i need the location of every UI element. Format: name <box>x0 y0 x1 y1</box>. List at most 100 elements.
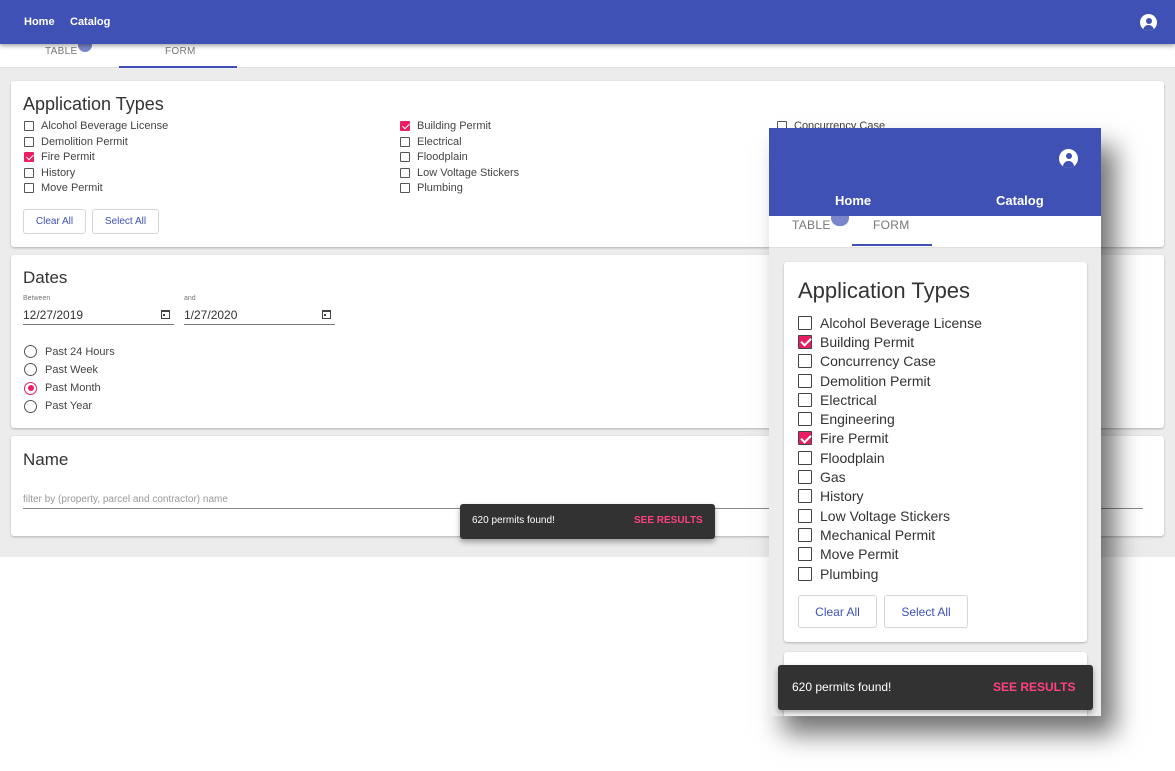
checkbox-item[interactable]: History <box>798 487 982 506</box>
checkbox[interactable] <box>24 183 34 193</box>
checkbox-label: Floodplain <box>417 151 468 163</box>
select-all-button[interactable]: Select All <box>884 595 968 628</box>
checkbox[interactable] <box>24 167 34 178</box>
checkbox-label: Mechanical Permit <box>820 526 936 543</box>
checkbox[interactable] <box>798 392 812 407</box>
calendar-icon[interactable] <box>322 310 331 319</box>
mobile-application-types-card: Application Types Alcohol Beverage Licen… <box>784 262 1087 642</box>
checkbox-label: Gas <box>820 469 846 486</box>
checkbox[interactable] <box>400 152 410 162</box>
application-types-title: Application Types <box>23 94 164 114</box>
checkbox[interactable] <box>798 412 812 427</box>
checkbox-item[interactable]: Low Voltage Stickers <box>400 167 519 179</box>
checkbox-item[interactable]: Floodplain <box>400 151 468 163</box>
mobile-app-bar: Home Catalog <box>769 128 1101 216</box>
date-range-option[interactable]: Past Month <box>24 381 101 395</box>
checkbox[interactable] <box>24 136 34 147</box>
checkbox-item[interactable]: Move Permit <box>798 545 982 564</box>
checkbox-label: Alcohol Beverage License <box>41 120 169 132</box>
checkbox[interactable] <box>798 315 812 330</box>
checkbox[interactable] <box>798 450 812 465</box>
checkbox-label: Move Permit <box>41 182 103 194</box>
select-all-button[interactable]: Select All <box>92 209 159 234</box>
checkbox[interactable] <box>798 489 812 504</box>
checkbox[interactable] <box>798 470 812 485</box>
checkbox-label: Demolition Permit <box>41 135 128 148</box>
checkbox[interactable] <box>400 183 410 193</box>
checkbox-label: Building Permit <box>820 333 915 350</box>
checkbox-item[interactable]: Demolition Permit <box>798 371 982 390</box>
tab-form[interactable]: FORM <box>165 46 196 57</box>
tab-form[interactable]: FORM <box>873 218 910 232</box>
checkbox-item[interactable]: Alcohol Beverage License <box>798 313 982 332</box>
checkbox-item[interactable]: Floodplain <box>798 448 982 467</box>
and-label: and <box>184 295 196 302</box>
checkbox[interactable] <box>798 334 812 349</box>
end-date-field[interactable]: 1/27/2020 <box>184 307 335 325</box>
radio-button[interactable] <box>24 345 37 358</box>
clear-all-button[interactable]: Clear All <box>798 595 877 628</box>
nav-home-link[interactable]: Home <box>835 193 871 208</box>
checkbox-item[interactable]: History <box>24 167 75 179</box>
checkbox[interactable] <box>24 152 34 162</box>
checkbox-item[interactable]: Gas <box>798 467 982 486</box>
checkbox[interactable] <box>798 354 812 369</box>
checkbox-item[interactable]: Engineering <box>798 409 982 428</box>
checkbox[interactable] <box>798 547 812 562</box>
checkbox[interactable] <box>798 527 812 542</box>
date-range-option[interactable]: Past Week <box>24 363 98 377</box>
checkbox[interactable] <box>798 373 812 388</box>
see-results-button[interactable]: SEE RESULTS <box>993 680 1075 694</box>
calendar-icon[interactable] <box>161 310 170 319</box>
radio-button[interactable] <box>24 363 37 377</box>
checkbox-item[interactable]: Plumbing <box>798 564 982 583</box>
nav-catalog-link[interactable]: Catalog <box>70 16 110 28</box>
radio-button[interactable] <box>24 399 37 413</box>
results-snackbar: 620 permits found! SEE RESULTS <box>778 665 1093 710</box>
nav-catalog-link[interactable]: Catalog <box>996 193 1044 208</box>
checkbox-label: Plumbing <box>820 565 879 582</box>
checkbox[interactable] <box>798 431 812 446</box>
checkbox-label: Low Voltage Stickers <box>417 166 520 179</box>
checkbox[interactable] <box>798 566 812 581</box>
date-range-option[interactable]: Past 24 Hours <box>24 345 115 358</box>
checkbox-item[interactable]: Move Permit <box>24 182 103 194</box>
checkbox-item[interactable]: Mechanical Permit <box>798 525 982 544</box>
account-circle-icon[interactable] <box>1059 149 1078 168</box>
checkbox[interactable] <box>400 167 410 178</box>
checkbox-item[interactable]: Electrical <box>400 136 462 148</box>
checkbox-item[interactable]: Building Permit <box>798 332 982 351</box>
checkbox-item[interactable]: Fire Permit <box>798 429 982 448</box>
checkbox-item[interactable]: Low Voltage Stickers <box>798 506 982 525</box>
checkbox-item[interactable]: Building Permit <box>400 120 491 132</box>
checkbox-item[interactable]: Concurrency Case <box>798 352 982 371</box>
checkbox-item[interactable]: Alcohol Beverage License <box>24 120 168 132</box>
date-range-option[interactable]: Past Year <box>24 399 92 413</box>
mobile-view: Home Catalog TABLE FORM Application Type… <box>769 128 1101 716</box>
checkbox-item[interactable]: Electrical <box>798 390 982 409</box>
checkbox[interactable] <box>400 121 410 131</box>
checkbox-item[interactable]: Plumbing <box>400 182 463 194</box>
mobile-tab-bar: TABLE FORM <box>769 216 1101 248</box>
account-circle-icon[interactable] <box>1140 14 1157 31</box>
checkbox-item[interactable]: Demolition Permit <box>24 136 128 148</box>
start-date-field[interactable]: 12/27/2019 <box>23 307 174 325</box>
radio-button[interactable] <box>24 381 37 395</box>
checkbox-label: Engineering <box>820 411 895 428</box>
see-results-button[interactable]: SEE RESULTS <box>634 515 703 526</box>
clear-all-button[interactable]: Clear All <box>23 209 86 234</box>
nav-home-link[interactable]: Home <box>24 16 55 28</box>
tab-table[interactable]: TABLE <box>45 46 77 57</box>
checkbox[interactable] <box>24 121 34 131</box>
radio-label: Past Week <box>45 363 98 376</box>
tab-bar: TABLE FORM <box>0 44 1175 68</box>
checkbox-label: Building Permit <box>417 120 491 132</box>
checkbox-item[interactable]: Fire Permit <box>24 151 95 163</box>
tab-table[interactable]: TABLE <box>792 218 831 232</box>
checkbox-label: Low Voltage Stickers <box>820 507 950 524</box>
checkbox-label: Demolition Permit <box>820 372 931 389</box>
checkbox[interactable] <box>798 508 812 523</box>
checkbox-label: History <box>820 488 864 505</box>
active-tab-indicator <box>119 66 237 68</box>
checkbox[interactable] <box>400 136 410 147</box>
